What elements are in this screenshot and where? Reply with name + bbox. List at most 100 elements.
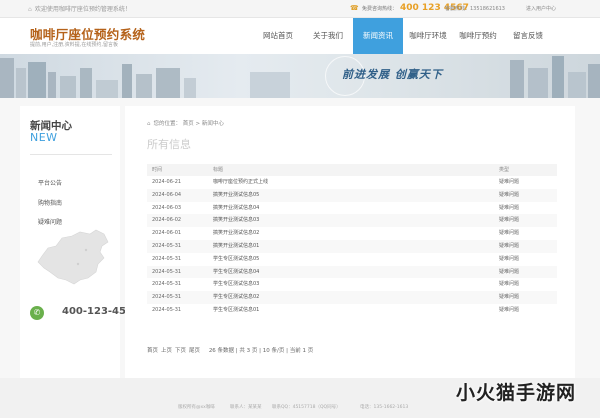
page: ⌂ 欢迎使用咖啡厅座位预约管理系统！ ☎ 免费咨询热线： 400 123 4567… xyxy=(0,0,600,418)
banner-building xyxy=(528,68,548,98)
header: 咖啡厅座位预约系统 提前,用户,注册,资料提,在线预约,留言板 网站首页 关于我们… xyxy=(0,18,600,54)
column-header-title: 标题 xyxy=(213,167,224,173)
row-type: 疑难问题 xyxy=(499,268,520,275)
pager-summary: 26 条数据 | 共 3 页 | 10 条/页 | 当前 1 页 xyxy=(208,348,314,354)
row-title-link[interactable]: 搞笑开业测试信息05 xyxy=(213,189,259,201)
nav-item[interactable]: 留言反馈 xyxy=(503,18,553,54)
logo-subtitle: 提前,用户,注册,资料提,在线预约,留言板 xyxy=(30,42,118,48)
breadcrumb-section[interactable]: 新闻中心 xyxy=(202,121,224,127)
banner-building xyxy=(156,68,180,98)
table-row: 2024-05-31 学生专区测试信息01 疑难问题 xyxy=(147,303,557,317)
banner-building xyxy=(60,76,76,98)
content-title: 所有信息 xyxy=(147,138,191,151)
table-row: 2024-05-31 搞笑开业测试信息01 疑难问题 xyxy=(147,239,557,253)
table-row: 2024-05-31 学生专区测试信息02 疑难问题 xyxy=(147,291,557,304)
row-date: 2024-06-01 xyxy=(152,230,182,237)
table-row: 2024-05-31 学生专区测试信息05 疑难问题 xyxy=(147,252,557,266)
nav-item[interactable]: 网站首页 xyxy=(253,18,303,54)
table-body: 2024-06-21 咖啡厅座位预约正式上线 疑难问题 2024-06-04 搞笑开业测… xyxy=(147,176,557,317)
banner-building xyxy=(80,68,92,98)
sidebar-phone: 400-123-456 xyxy=(62,306,133,317)
row-title-link[interactable]: 搞笑开业测试信息01 xyxy=(213,240,259,252)
phone-icon: ✆ xyxy=(30,306,44,320)
row-type: 疑难问题 xyxy=(499,179,520,185)
sidebar-item-shopping-guide[interactable]: 购物指南 xyxy=(38,198,62,207)
content-panel: ⌂ 您的位置： 首页 > 新闻中心 所有信息 时间 标题 类型 2024-06-2… xyxy=(125,106,575,378)
row-date: 2024-06-03 xyxy=(152,204,182,211)
footer-contact: 联系人：某某某 xyxy=(230,405,262,410)
row-title-link[interactable]: 搞笑开业测试信息04 xyxy=(213,202,259,214)
row-date: 2024-06-02 xyxy=(152,217,182,224)
pager-prev[interactable]: 上页 xyxy=(161,348,172,354)
pager-last[interactable]: 尾页 xyxy=(189,348,200,354)
banner-building xyxy=(136,74,152,98)
breadcrumb-home[interactable]: 首页 xyxy=(183,121,194,127)
row-title-link[interactable]: 学生专区测试信息02 xyxy=(213,291,259,303)
phone-icon: ☎ xyxy=(350,4,359,12)
row-title-link[interactable]: 搞笑开业测试信息02 xyxy=(213,227,259,239)
row-type: 疑难问题 xyxy=(499,281,520,288)
user-center-link[interactable]: 进入用户中心 xyxy=(526,5,556,12)
table-row: 2024-06-02 搞笑开业测试信息03 疑难问题 xyxy=(147,214,557,228)
banner: 前进发展 创赢天下 xyxy=(0,54,600,98)
sidebar-divider xyxy=(30,154,112,155)
banner-building xyxy=(568,72,586,98)
table-row: 2024-05-31 学生专区测试信息03 疑难问题 xyxy=(147,278,557,292)
table-row: 2024-05-31 学生专区测试信息04 疑难问题 xyxy=(147,265,557,279)
welcome-text: ⌂ 欢迎使用咖啡厅座位预约管理系统！ xyxy=(28,6,131,13)
pager-next[interactable]: 下页 xyxy=(175,348,186,354)
row-date: 2024-05-31 xyxy=(152,294,182,301)
sidebar: 新闻中心 NEW 平台公告 购物指南 疑难问题 ✆ 400-123-456 xyxy=(20,106,133,378)
footer-copyright: 版权所有@xx咖啡 xyxy=(178,405,215,410)
row-date: 2024-06-04 xyxy=(152,191,182,198)
row-title-link[interactable]: 学生专区测试信息03 xyxy=(213,278,259,290)
row-title-link[interactable]: 学生专区测试信息04 xyxy=(213,266,259,278)
breadcrumb: ⌂ 您的位置： 首页 > 新闻中心 xyxy=(147,121,224,127)
table-row: 2024-06-03 搞笑开业测试信息04 疑难问题 xyxy=(147,201,557,215)
table-row: 2024-06-01 搞笑开业测试信息02 疑难问题 xyxy=(147,227,557,240)
banner-building xyxy=(28,62,46,98)
service-link[interactable]: 客服热线：13518621613 xyxy=(445,5,505,12)
row-date: 2024-05-31 xyxy=(152,242,182,249)
banner-building xyxy=(96,80,118,98)
banner-building xyxy=(16,68,26,98)
row-date: 2024-05-31 xyxy=(152,306,182,313)
banner-building xyxy=(588,64,600,98)
column-header-type: 类型 xyxy=(499,167,510,173)
pagination: 首页 上页 下页 尾页 26 条数据 | 共 3 页 | 10 条/页 | 当前 1 … xyxy=(147,346,316,354)
table-row: 2024-06-04 搞笑开业测试信息05 疑难问题 xyxy=(147,188,557,202)
row-title-link[interactable]: 搞笑开业测试信息03 xyxy=(213,214,259,226)
banner-building xyxy=(48,72,56,98)
row-type: 疑难问题 xyxy=(499,294,520,301)
row-date: 2024-05-31 xyxy=(152,255,182,262)
row-title-link[interactable]: 学生专区测试信息05 xyxy=(213,253,259,265)
hotline-label: 免费咨询热线： xyxy=(362,6,398,12)
banner-building xyxy=(250,72,290,98)
row-type: 疑难问题 xyxy=(499,217,520,224)
row-type: 疑难问题 xyxy=(499,306,520,313)
row-date: 2024-05-31 xyxy=(152,268,182,275)
sidebar-title-en: NEW xyxy=(30,131,58,144)
row-title-link[interactable]: 咖啡厅座位预约正式上线 xyxy=(213,176,268,188)
home-icon: ⌂ xyxy=(28,6,32,13)
nav-item[interactable]: 咖啡厅环境 xyxy=(403,18,453,54)
row-title-link[interactable]: 学生专区测试信息01 xyxy=(213,304,259,316)
row-type: 疑难问题 xyxy=(499,191,520,198)
nav-item[interactable]: 关于我们 xyxy=(303,18,353,54)
row-type: 疑难问题 xyxy=(499,255,520,262)
footer-qq: 联系QQ：45157718（QQ同号） xyxy=(272,405,341,410)
banner-building xyxy=(510,60,524,98)
main-area: 新闻中心 NEW 平台公告 购物指南 疑难问题 ✆ 400-123-456 ⌂ 您… xyxy=(0,98,600,378)
sidebar-item-announcement[interactable]: 平台公告 xyxy=(38,178,62,187)
home-icon: ⌂ xyxy=(147,121,151,127)
banner-building xyxy=(122,64,132,98)
main-nav: 网站首页 关于我们 新闻资讯 咖啡厅环境 咖啡厅预约 留言反馈 xyxy=(253,18,553,54)
pager-first[interactable]: 首页 xyxy=(147,348,158,354)
china-map-icon xyxy=(37,229,109,285)
watermark: 小火猫手游网 xyxy=(456,382,577,404)
footer-phone: 电话：135-1662-1613 xyxy=(360,405,409,410)
sidebar-item-faq[interactable]: 疑难问题 xyxy=(38,217,62,226)
nav-item[interactable]: 新闻资讯 xyxy=(353,18,403,54)
nav-item[interactable]: 咖啡厅预约 xyxy=(453,18,503,54)
row-type: 疑难问题 xyxy=(499,230,520,237)
